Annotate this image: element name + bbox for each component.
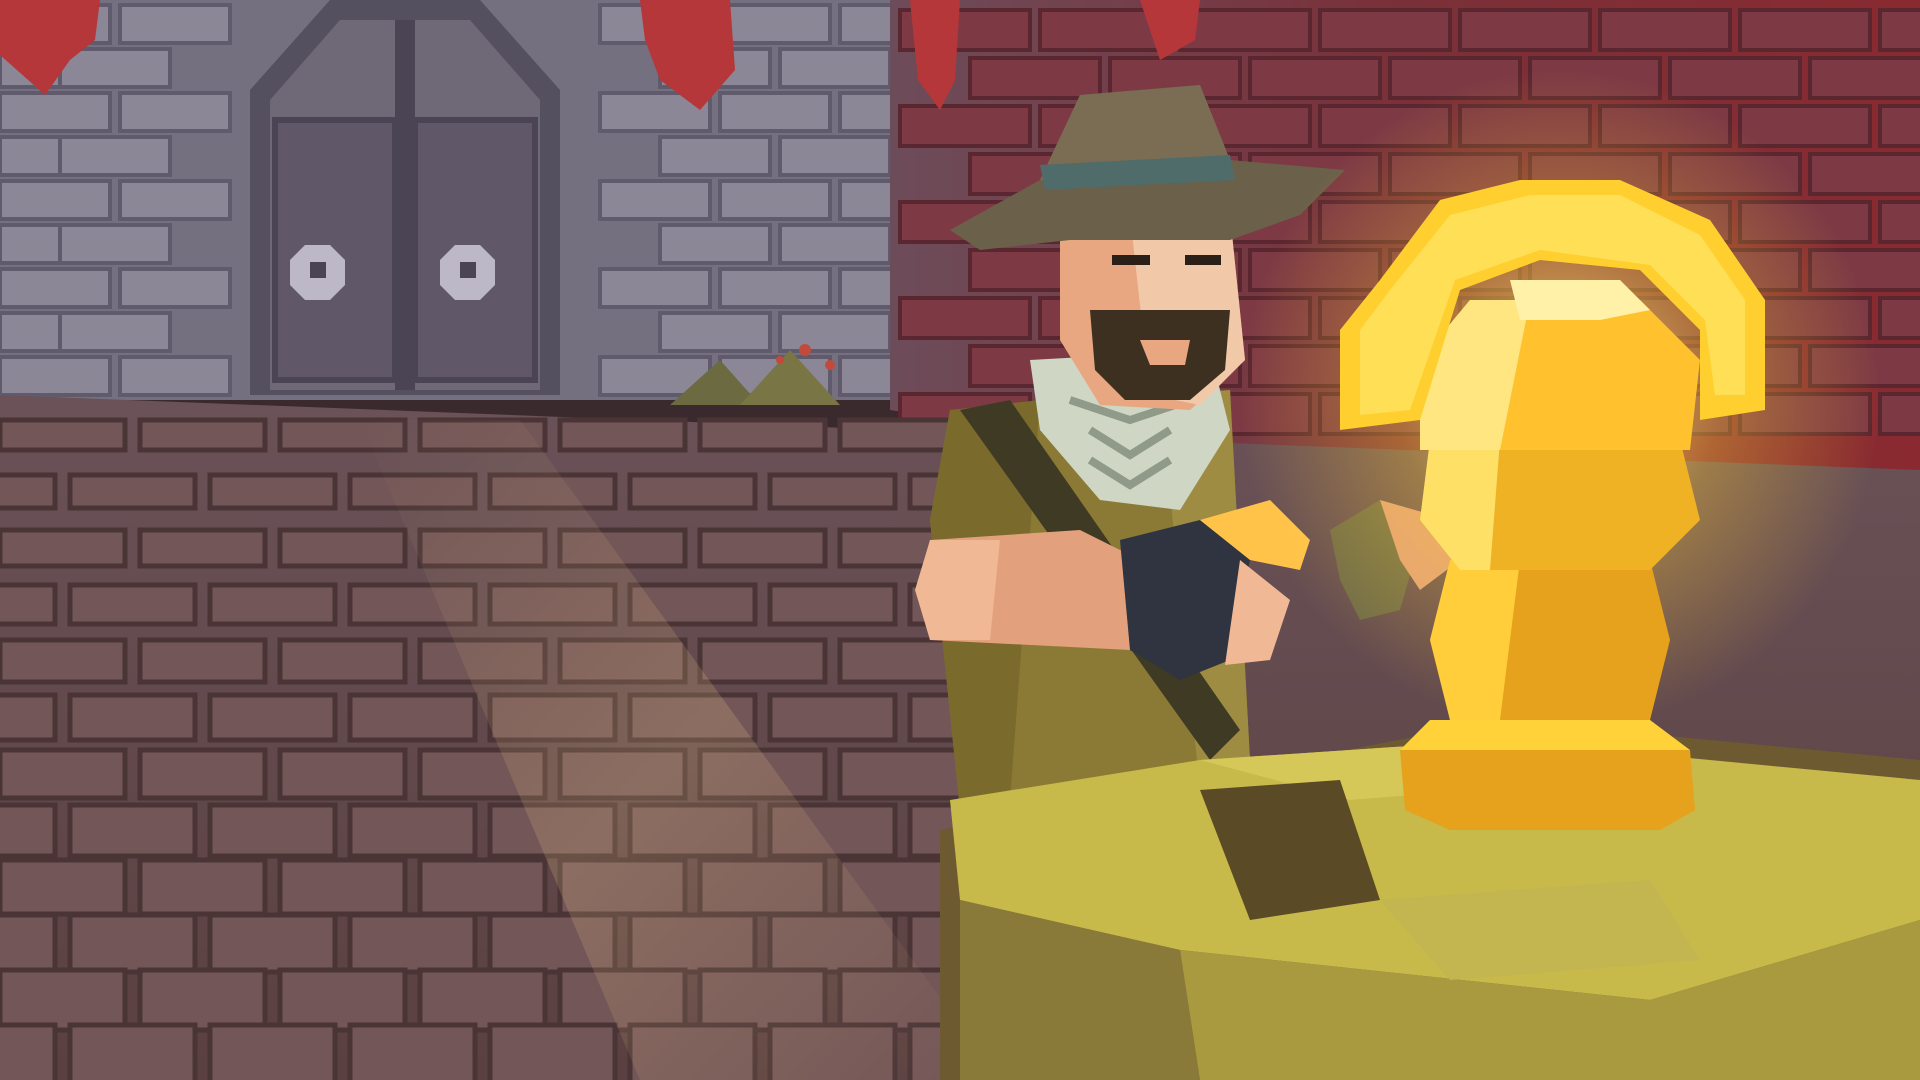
brick [697,417,828,453]
brick [118,179,232,221]
brick [277,637,408,685]
brick [898,296,1032,340]
brick [347,692,478,743]
brick [347,802,478,859]
brick [207,472,338,511]
brick [118,91,232,133]
brick [0,582,58,627]
brick [207,582,338,627]
wooden-gate [250,0,560,395]
brick [67,582,198,627]
brick [277,527,408,569]
brick [697,527,828,569]
brick [67,802,198,859]
brick [0,967,128,1033]
brick [137,527,268,569]
brick [1808,152,1920,196]
brick [1808,56,1920,100]
brick [67,912,198,975]
brick [627,472,758,511]
brick [347,1022,478,1080]
brick [277,857,408,917]
brick [718,179,832,221]
brick [697,637,828,685]
brick [598,179,712,221]
brick [837,747,968,801]
brick [0,179,112,221]
brick [1598,8,1732,52]
brick [0,91,112,133]
brick [1458,8,1592,52]
brick [67,472,198,511]
brick [347,912,478,975]
brick [0,802,58,859]
brick [487,1022,618,1080]
brick [118,267,232,309]
brick [658,135,772,177]
brick [58,311,172,353]
brick [67,692,198,743]
brick [0,912,58,975]
brick [778,135,892,177]
brick [0,857,128,917]
brick [277,747,408,801]
brick [658,223,772,265]
brick [968,56,1102,100]
brick [1878,296,1920,340]
brick [778,47,892,89]
brick [0,267,112,309]
brick [767,692,898,743]
brick [1738,104,1872,148]
brick [0,692,58,743]
brick [0,355,112,397]
brick [137,857,268,917]
brick [0,472,58,511]
brick [118,3,232,45]
brick [1878,8,1920,52]
brick [1318,8,1452,52]
brick [718,267,832,309]
brick [137,417,268,453]
brick [1878,200,1920,244]
brick [767,472,898,511]
brick [417,967,548,1033]
brick [778,223,892,265]
brick [658,311,772,353]
brick [1248,56,1382,100]
brick [277,967,408,1033]
brick [207,1022,338,1080]
brick [1878,392,1920,436]
brick [767,582,898,627]
brick [557,417,688,453]
brick [207,802,338,859]
brick [0,1022,58,1080]
brick [58,223,172,265]
brick [137,967,268,1033]
brick [718,3,832,45]
brick [137,747,268,801]
brick [118,355,232,397]
brick [0,527,128,569]
brick [207,912,338,975]
brick [0,747,128,801]
brick [0,637,128,685]
brick [1738,8,1872,52]
brick [898,104,1032,148]
brick [67,1022,198,1080]
brick [778,311,892,353]
brick [598,267,712,309]
brick [1668,56,1802,100]
brick [417,857,548,917]
brick [137,637,268,685]
brick [207,692,338,743]
brick [718,91,832,133]
brick [0,417,128,453]
brick [1178,8,1312,52]
game-scene [0,0,1920,1080]
brick [58,135,172,177]
brick [1878,104,1920,148]
